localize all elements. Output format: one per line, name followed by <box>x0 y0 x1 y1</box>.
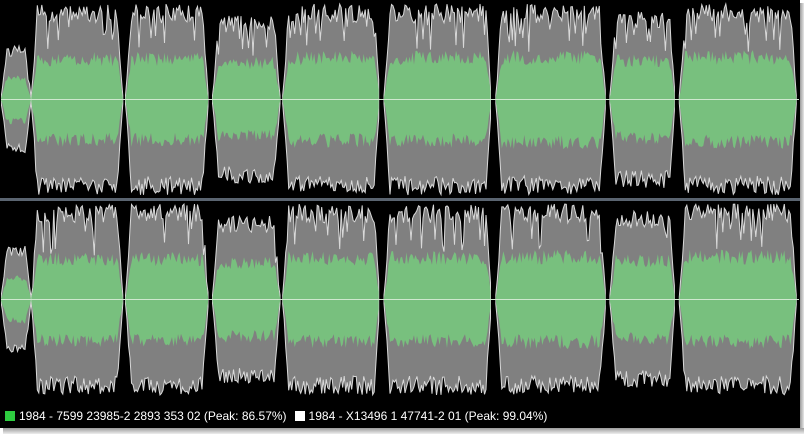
legend-item-track-1: 1984 - 7599 23985-2 2893 353 02 (Peak: 8… <box>5 409 287 423</box>
waveform-left <box>1 2 799 197</box>
window-shadow-right <box>800 3 804 434</box>
waveform-viewer: 1984 - 7599 23985-2 2893 353 02 (Peak: 8… <box>0 0 800 428</box>
waveform-right <box>1 202 799 397</box>
legend-label-track-2: 1984 - X13496 1 47741-2 01 (Peak: 99.04%… <box>308 409 548 423</box>
legend: 1984 - 7599 23985-2 2893 353 02 (Peak: 8… <box>0 404 800 428</box>
window-shadow-bottom <box>3 428 804 434</box>
waveform-channel-right <box>1 201 799 398</box>
waveform-channel-left <box>1 1 799 198</box>
white-square-icon <box>294 411 305 421</box>
legend-label-track-1: 1984 - 7599 23985-2 2893 353 02 (Peak: 8… <box>19 409 287 423</box>
green-square-icon <box>5 411 15 421</box>
legend-item-track-2: 1984 - X13496 1 47741-2 01 (Peak: 99.04%… <box>294 409 548 423</box>
